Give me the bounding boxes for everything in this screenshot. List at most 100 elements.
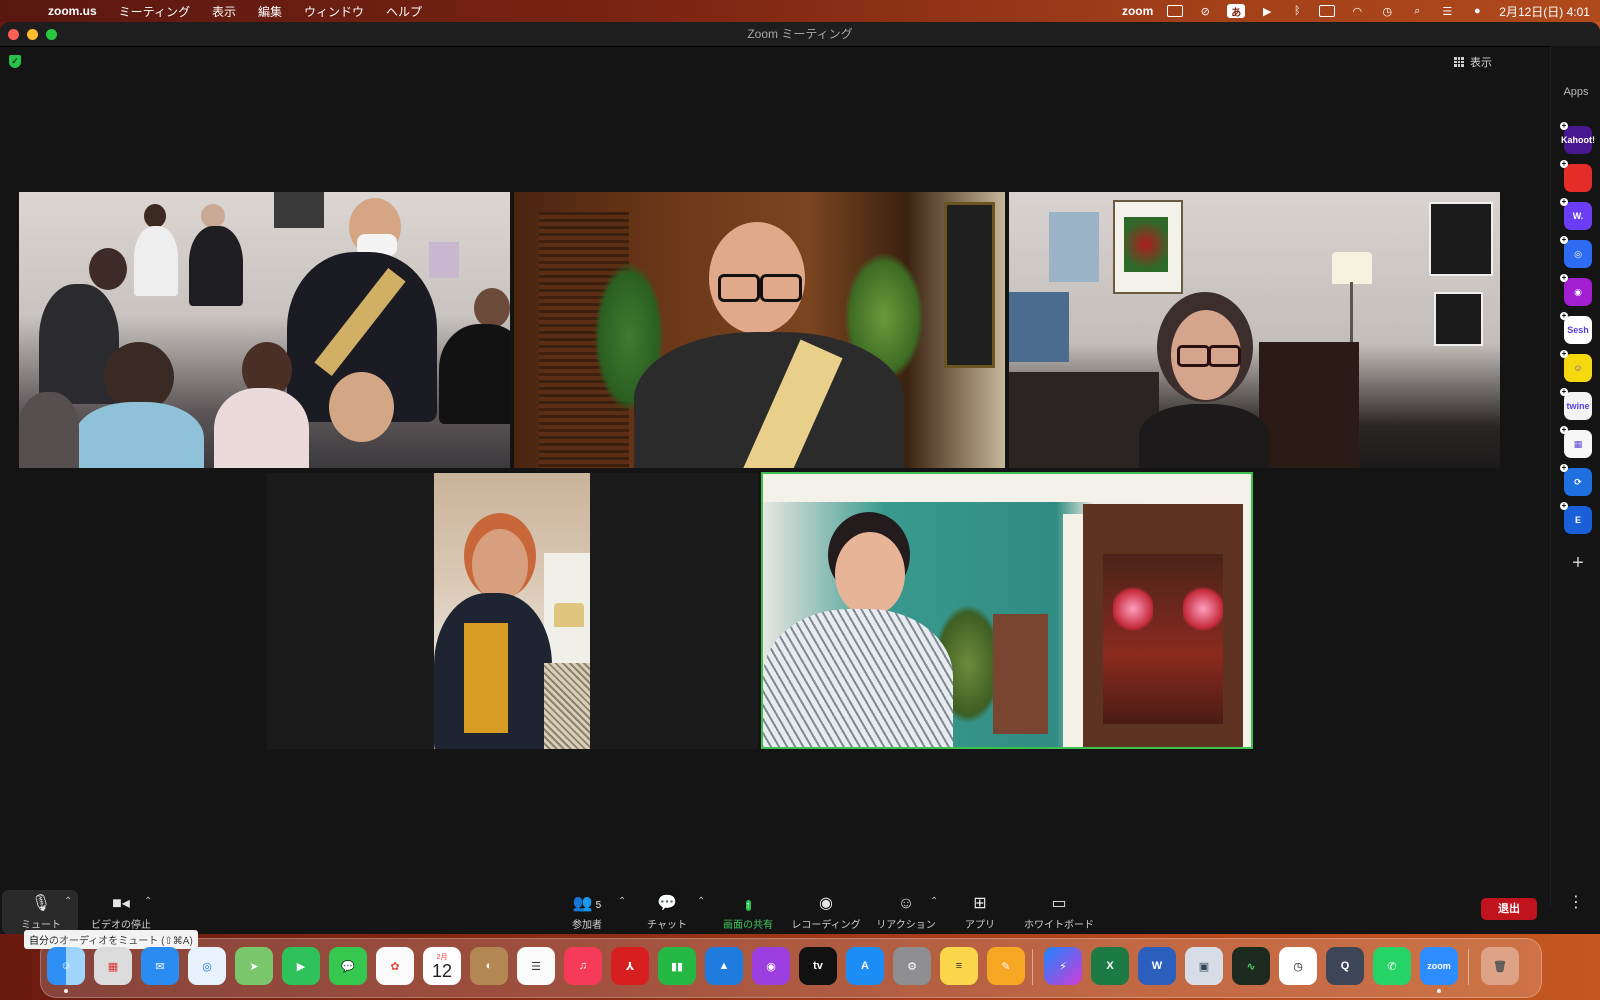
reactions-button[interactable]: ☺ リアクション [876,888,936,934]
play-icon[interactable]: ▶ [1259,5,1275,18]
pages-icon[interactable]: ✎ [987,947,1025,985]
word-icon[interactable]: W [1138,947,1176,985]
finder-icon[interactable]: ☺ [47,947,85,985]
messenger-icon[interactable]: ⚡ [1044,947,1082,985]
status-zoom[interactable]: zoom [1122,4,1153,18]
search-icon[interactable]: ⌕ [1409,5,1425,17]
app-7-add-badge-icon: + [1560,387,1568,396]
share-screen-button[interactable]: ↑ 画面の共有 [718,888,778,934]
siri-icon[interactable]: ● [1469,5,1485,17]
whatsapp-icon[interactable]: ✆ [1373,947,1411,985]
numbers-icon[interactable]: ▮▮ [658,947,696,985]
notes-icon[interactable]: ≡ [940,947,978,985]
app-5-icon[interactable]: Sesh + [1560,312,1592,344]
app-0-label: Kahoot! [1561,135,1595,145]
app-5-add-badge-icon: + [1560,311,1568,320]
app-0-icon[interactable]: Kahoot! + [1560,122,1595,154]
trash-icon[interactable]: 🗑 [1481,947,1519,985]
grid-icon [1454,57,1464,67]
bluetooth-icon[interactable]: ᛒ [1289,5,1305,17]
app-3-icon[interactable]: ◎ + [1560,236,1592,268]
more-options-icon[interactable]: ⋮ [1568,892,1584,912]
control-center-icon[interactable]: ☰ [1439,5,1455,18]
video-tile-2[interactable] [514,192,1005,468]
excel-icon[interactable]: X [1091,947,1129,985]
acrobat-icon[interactable]: ⅄ [611,947,649,985]
app-7-icon[interactable]: twine + [1560,388,1592,420]
contacts-icon[interactable]: ◐ [470,947,508,985]
mail-icon[interactable]: ✉ [141,947,179,985]
app-2-icon[interactable]: W. + [1560,198,1592,230]
app-store-icon[interactable]: A [846,947,884,985]
add-app-icon[interactable]: + [1564,553,1592,573]
photos-icon[interactable]: ✿ [376,947,414,985]
app-4-icon[interactable]: ◉ + [1560,274,1592,306]
podcasts-icon[interactable]: ◉ [752,947,790,985]
chat-icon: 💬 [657,895,677,912]
menu-meeting[interactable]: ミーティング [119,3,190,20]
mute-button[interactable]: 🎙 ミュート [10,888,72,934]
chat-button[interactable]: 💬 チャット [645,888,689,934]
video-tile-1[interactable] [19,192,510,468]
chat-chevron-icon[interactable]: ⌃ [697,896,705,907]
ime-icon[interactable]: あ [1227,4,1246,19]
audio-options-chevron-icon[interactable]: ⌃ [64,896,72,907]
messages-icon[interactable]: 💬 [329,947,367,985]
app-status-icon[interactable]: ⊘ [1197,5,1213,18]
app-10-add-badge-icon: + [1560,501,1568,510]
app-1-icon[interactable]: + [1560,160,1592,192]
preview-icon[interactable]: ▣ [1185,947,1223,985]
minimize-window-button[interactable] [27,29,38,40]
calendar-day: 12 [431,961,453,981]
app-5-label: Sesh [1567,325,1589,335]
screen-icon[interactable] [1167,5,1184,17]
apple-tv-icon[interactable]: tv [799,947,837,985]
app-8-icon[interactable]: ▦ + [1560,426,1592,458]
menu-edit[interactable]: 編集 [258,3,282,20]
safari-icon[interactable]: ◎ [188,947,226,985]
clock-icon[interactable]: ◷ [1279,947,1317,985]
time-machine-icon[interactable]: ◷ [1379,5,1395,18]
menu-view[interactable]: 表示 [212,3,236,20]
app-9-icon[interactable]: ⟳ + [1560,464,1592,496]
participants-chevron-icon[interactable]: ⌃ [618,896,626,907]
close-window-button[interactable] [8,29,19,40]
system-settings-icon[interactable]: ⚙ [893,947,931,985]
activity-monitor-icon[interactable]: ∿ [1232,947,1270,985]
video-tile-3[interactable] [1009,192,1500,468]
view-button[interactable]: 表示 [1454,54,1492,70]
record-button[interactable]: ◉ レコーディング [790,888,862,934]
launchpad-icon[interactable]: ▦ [94,947,132,985]
menu-datetime[interactable]: 2月12日(日) 4:01 [1499,3,1590,20]
stop-video-button[interactable]: ■◂ ビデオの停止 [86,888,156,934]
zoom-dock-icon[interactable]: zoom [1420,947,1458,985]
video-tile-5-active-speaker[interactable] [761,472,1253,749]
maps-icon[interactable]: ➤ [235,947,273,985]
menu-window[interactable]: ウィンドウ [304,3,364,20]
maximize-window-button[interactable] [46,29,57,40]
zoom-dock-label: zoom [1427,961,1451,971]
apps-button[interactable]: ⊞ アプリ [960,888,1000,934]
leave-meeting-button[interactable]: 退出 [1481,898,1537,920]
participants-button[interactable]: 👥 5 参加者 [565,888,609,934]
wifi-icon[interactable]: ◠ [1349,5,1365,18]
security-shield-icon[interactable]: ✓ [9,55,21,68]
quicktime-icon[interactable]: Q [1326,947,1364,985]
reminders-icon[interactable]: ☰ [517,947,555,985]
menu-help[interactable]: ヘルプ [386,3,422,20]
reactions-label: リアクション [876,920,936,931]
whiteboard-button[interactable]: ▭ ホワイトボード [1022,888,1096,934]
keynote-icon[interactable]: ▲ [705,947,743,985]
battery-icon[interactable] [1319,5,1336,17]
app-6-icon[interactable]: ☺ + [1560,350,1592,382]
video-tile-4[interactable] [267,473,758,749]
reactions-chevron-icon[interactable]: ⌃ [930,896,938,907]
menu-app-name[interactable]: zoom.us [48,4,97,18]
video-options-chevron-icon[interactable]: ⌃ [144,896,152,907]
calendar-icon[interactable]: 2月 12 [423,947,461,985]
music-icon[interactable]: ♫ [564,947,602,985]
app-10-icon[interactable]: E + [1560,502,1592,534]
app-10-label: E [1574,515,1581,525]
meeting-toolbar: 🎙 ミュート ⌃ ■◂ ビデオの停止 ⌃ 👥 5 参加者 ⌃ 💬 チャット ⌃ ↑… [0,888,1550,934]
facetime-icon[interactable]: ▶ [282,947,320,985]
